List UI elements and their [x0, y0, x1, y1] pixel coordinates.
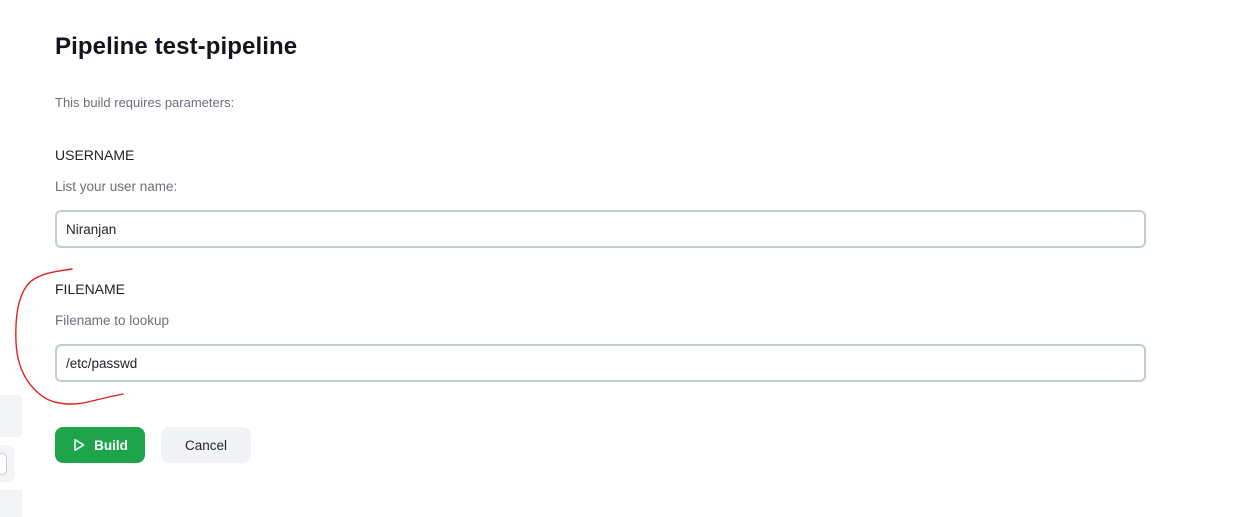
parameter-name-username: USERNAME: [55, 147, 135, 163]
play-icon: [72, 438, 86, 452]
sidebar-search-partial[interactable]: [0, 445, 15, 482]
build-button-label: Build: [94, 437, 128, 453]
parameter-name-filename: FILENAME: [55, 281, 126, 297]
filename-input[interactable]: [55, 344, 1146, 382]
username-input[interactable]: [55, 210, 1146, 248]
parameters-intro-text: This build requires parameters:: [55, 95, 235, 110]
cancel-button[interactable]: Cancel: [161, 427, 251, 463]
parameter-description-filename: Filename to lookup: [55, 313, 170, 328]
parameter-description-username: List your user name:: [55, 179, 178, 194]
build-with-parameters-page: Pipeline test-pipeline This build requir…: [0, 0, 1249, 517]
sidebar-item-partial[interactable]: [0, 395, 22, 437]
build-button[interactable]: Build: [55, 427, 145, 463]
page-title: Pipeline test-pipeline: [55, 33, 298, 60]
sidebar-item-partial[interactable]: [0, 490, 22, 517]
